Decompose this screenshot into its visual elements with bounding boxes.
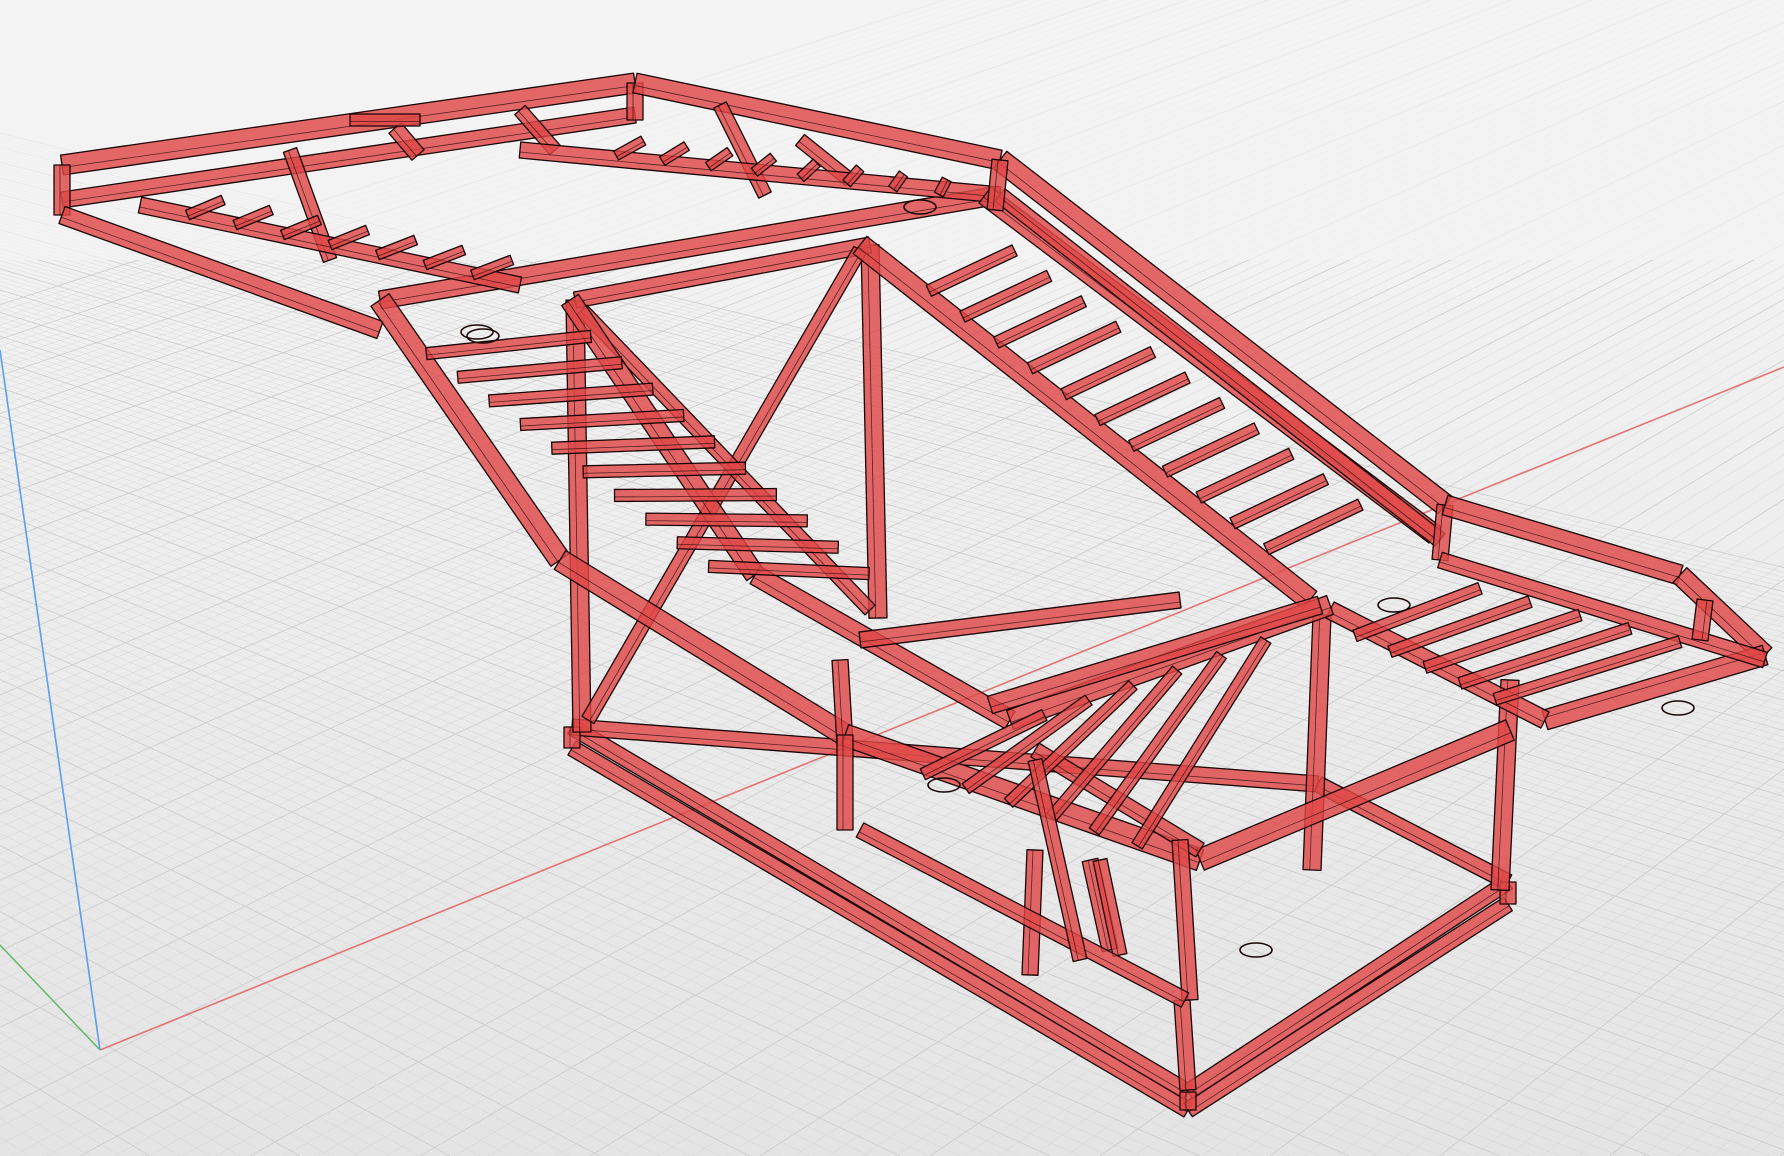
stair-step[interactable] xyxy=(645,512,808,528)
viewport-canvas[interactable] xyxy=(0,0,1784,1156)
lower-landing-post[interactable] xyxy=(836,734,854,831)
top-platform-plate[interactable] xyxy=(349,113,421,127)
base-post[interactable] xyxy=(1179,1091,1197,1111)
cad-viewport[interactable] xyxy=(0,0,1784,1156)
stair-step[interactable] xyxy=(613,487,778,503)
